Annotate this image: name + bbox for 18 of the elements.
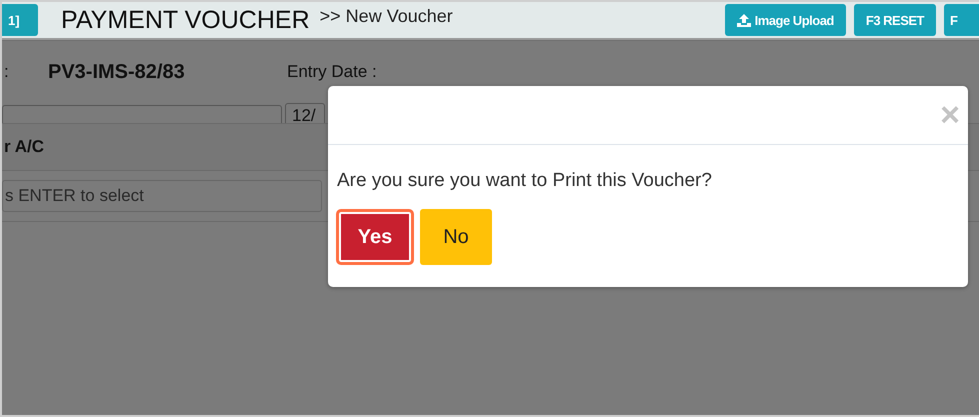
reset-button[interactable]: F3 RESET bbox=[854, 4, 936, 36]
function-key-button[interactable]: F bbox=[944, 4, 979, 36]
account-field[interactable]: s ENTER to select bbox=[2, 180, 322, 212]
date-field[interactable]: 12/ bbox=[285, 103, 325, 123]
cancel-button[interactable]: No bbox=[420, 209, 492, 265]
page-title: PAYMENT VOUCHER bbox=[61, 6, 310, 34]
confirm-message: Are you sure you want to Print this Voucher? bbox=[337, 170, 713, 192]
upload-icon bbox=[736, 14, 751, 26]
breadcrumb: >> New Voucher bbox=[320, 6, 453, 27]
field-label: : bbox=[4, 62, 10, 82]
image-upload-button[interactable]: Image Upload bbox=[724, 4, 846, 36]
close-button[interactable]: × bbox=[940, 98, 960, 132]
field-label: Entry Date : bbox=[287, 62, 377, 82]
voucher-number: PV3-IMS-82/83 bbox=[48, 60, 186, 84]
shortcut-button[interactable]: 1] bbox=[2, 4, 38, 36]
input-field[interactable] bbox=[2, 105, 282, 123]
column-heading: r A/C bbox=[4, 137, 44, 157]
confirm-button[interactable]: Yes bbox=[336, 209, 414, 265]
